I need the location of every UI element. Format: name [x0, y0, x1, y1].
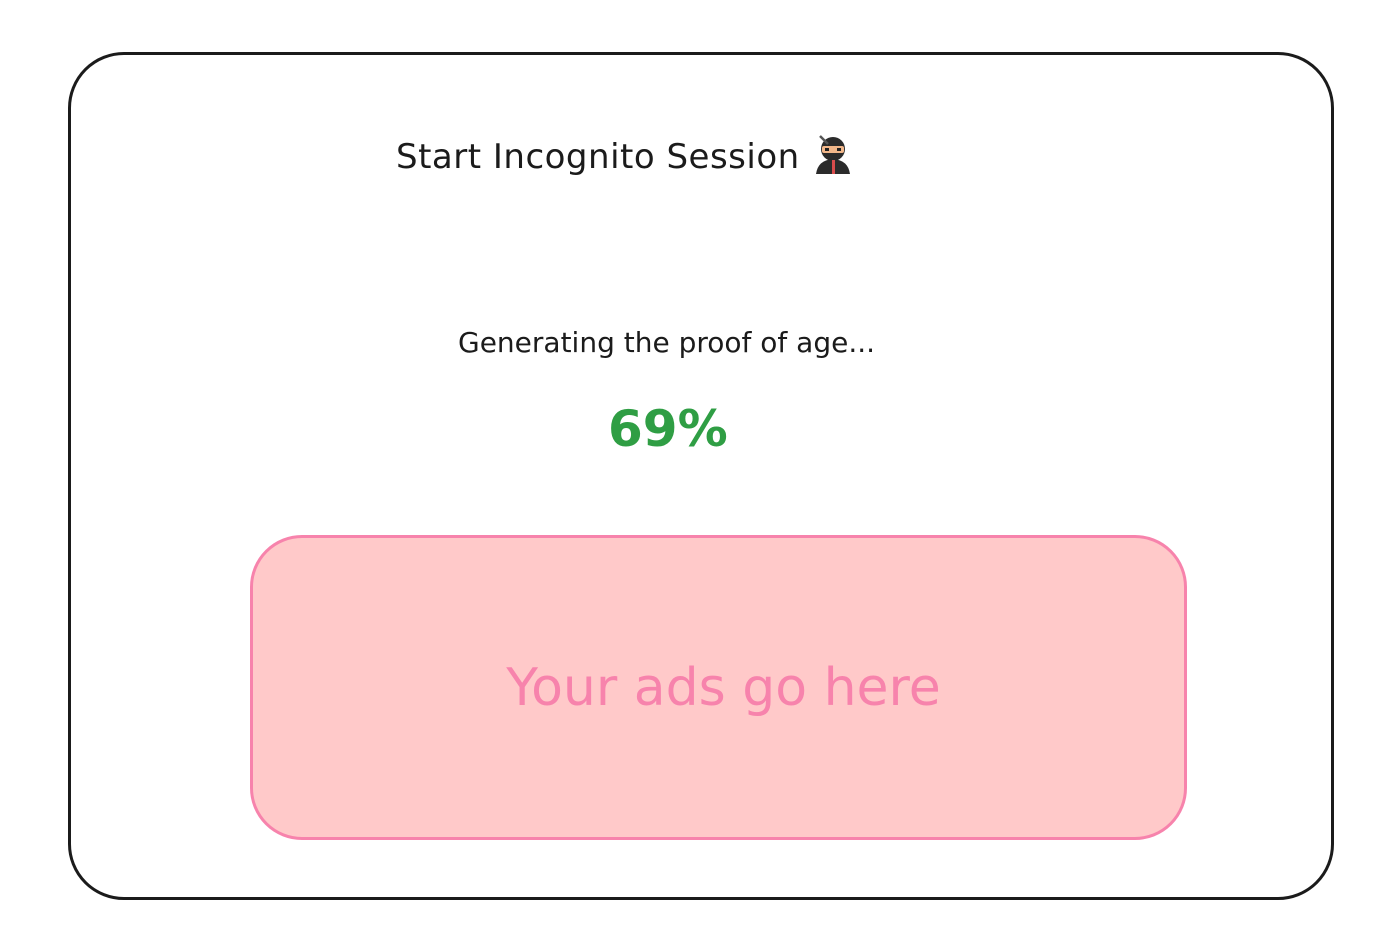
- progress-status-text: Generating the proof of age...: [458, 326, 876, 359]
- card-title-text: Start Incognito Session: [396, 137, 800, 177]
- ad-placeholder[interactable]: Your ads go here: [250, 535, 1187, 840]
- progress-percent: 69%: [608, 400, 728, 458]
- ninja-icon: [812, 134, 854, 183]
- card-title: Start Incognito Session: [396, 134, 854, 183]
- ad-placeholder-text: Your ads go here: [506, 657, 941, 718]
